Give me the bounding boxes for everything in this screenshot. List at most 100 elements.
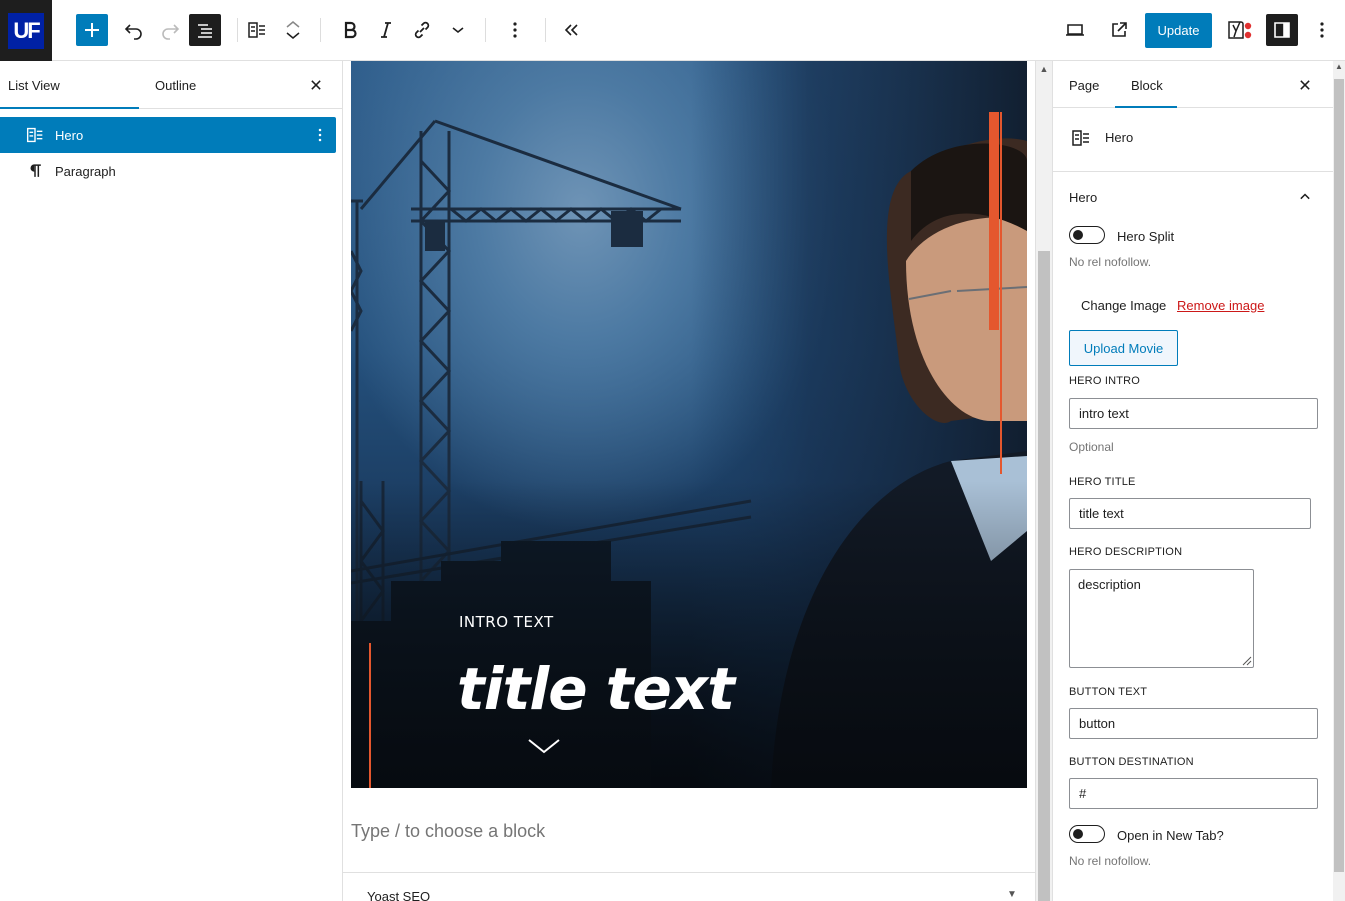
button-destination-label: BUTTON DESTINATION [1069, 756, 1194, 768]
toolbar-divider [320, 18, 321, 42]
open-new-tab-toggle[interactable] [1069, 825, 1105, 843]
sidebar-scrollbar[interactable]: ▲ [1333, 61, 1345, 901]
toolbar-divider [545, 18, 546, 42]
tab-list-view[interactable]: List View [0, 61, 139, 109]
preview-button[interactable] [1059, 14, 1091, 46]
editor-canvas: INTRO TEXT title text Type / to choose a… [343, 61, 1035, 901]
yoast-seo-metabox[interactable]: Yoast SEO ▼ [343, 872, 1035, 901]
scrollbar-thumb[interactable] [1334, 79, 1344, 872]
bold-button[interactable] [334, 14, 366, 46]
panel-section-title[interactable]: Hero [1069, 190, 1097, 205]
yoast-icon [1228, 21, 1252, 39]
tab-block[interactable]: Block [1115, 61, 1177, 108]
site-logo-button[interactable]: UF [0, 0, 52, 61]
scroll-down-chevron-icon [528, 739, 560, 754]
list-view-icon [198, 24, 212, 38]
close-icon [1300, 80, 1310, 90]
vertical-ellipsis-icon [1320, 22, 1324, 38]
hero-description-label: HERO DESCRIPTION [1069, 546, 1183, 558]
redo-button[interactable] [154, 14, 186, 46]
link-icon [414, 21, 430, 39]
hero-block[interactable]: INTRO TEXT title text [351, 61, 1027, 788]
yoast-seo-title: Yoast SEO [367, 889, 431, 901]
scroll-up-arrow-icon[interactable]: ▲ [1039, 64, 1049, 74]
tab-outline[interactable]: Outline [155, 61, 196, 109]
hero-block-icon [24, 124, 46, 146]
toolbar-divider [485, 18, 486, 42]
list-view-toggle-button[interactable] [189, 14, 221, 46]
close-icon [311, 80, 321, 90]
list-view-tabs: List View Outline [0, 61, 342, 109]
collapse-toolbar-button[interactable] [555, 14, 587, 46]
add-block-button[interactable] [76, 14, 108, 46]
link-button[interactable] [406, 14, 438, 46]
scroll-up-arrow-icon[interactable]: ▲ [1334, 62, 1344, 72]
settings-sidebar-toggle[interactable] [1266, 14, 1298, 46]
italic-button[interactable] [370, 14, 402, 46]
hero-accent-bar [989, 112, 999, 330]
tab-page[interactable]: Page [1069, 61, 1099, 108]
toolbar-divider [237, 18, 238, 42]
open-new-tab-help: No rel nofollow. [1069, 854, 1152, 868]
list-view-item-options-button[interactable] [308, 123, 332, 147]
hero-intro-text: INTRO TEXT [459, 613, 554, 631]
vertical-ellipsis-icon [318, 128, 322, 142]
hero-block-icon [1072, 130, 1089, 146]
view-page-button[interactable] [1103, 14, 1135, 46]
upload-movie-button[interactable]: Upload Movie [1069, 330, 1178, 366]
hero-intro-label: HERO INTRO [1069, 375, 1141, 387]
resize-handle-icon[interactable] [1240, 654, 1252, 666]
external-link-icon [1112, 22, 1127, 37]
hero-accent-line [1000, 112, 1002, 474]
list-view-item-label: Hero [55, 127, 84, 143]
undo-icon [124, 24, 142, 40]
options-menu-button[interactable] [1306, 14, 1338, 46]
close-sidebar-button[interactable] [1293, 73, 1317, 97]
remove-image-link[interactable]: Remove image [1177, 298, 1264, 313]
redo-icon [162, 24, 180, 40]
block-appender-placeholder[interactable]: Type / to choose a block [351, 821, 545, 842]
chevron-up-icon [1300, 193, 1310, 200]
double-chevron-left-icon [564, 24, 578, 36]
sidebar-icon [1274, 22, 1290, 38]
list-view-item-hero[interactable]: Hero [0, 117, 336, 153]
hero-title-label: HERO TITLE [1069, 476, 1136, 488]
hero-title-accent-line [369, 643, 371, 788]
scrollbar-thumb[interactable] [1038, 251, 1050, 901]
change-image-label[interactable]: Change Image [1081, 298, 1166, 313]
chevron-up-icon [286, 21, 300, 28]
hero-description-value: description [1078, 577, 1141, 592]
sidebar-tabs: Page Block [1053, 61, 1333, 108]
button-text-label: BUTTON TEXT [1069, 686, 1148, 698]
hero-intro-input[interactable]: intro text [1069, 398, 1318, 429]
hero-title-input[interactable]: title text [1069, 498, 1311, 529]
close-list-view-button[interactable] [304, 73, 328, 97]
block-type-button[interactable] [241, 14, 273, 46]
list-view-panel: List View Outline Hero Paragraph [0, 61, 343, 901]
block-card: Hero [1053, 108, 1334, 172]
italic-icon [381, 22, 391, 38]
vertical-ellipsis-icon [513, 22, 517, 38]
block-card-title: Hero [1105, 130, 1134, 145]
block-mover[interactable] [277, 14, 309, 46]
uf-logo: UF [8, 12, 44, 49]
yoast-seo-button[interactable] [1224, 14, 1256, 46]
caret-down-icon[interactable]: ▼ [1007, 889, 1017, 900]
hero-description-textarea[interactable]: description [1069, 569, 1254, 668]
chevron-down-icon [286, 32, 300, 39]
editor-toolbar: UF Update [0, 0, 1345, 61]
button-destination-input[interactable]: # [1069, 778, 1318, 809]
undo-button[interactable] [118, 14, 150, 46]
more-formatting-button[interactable] [442, 14, 474, 46]
chevron-down-icon [452, 27, 464, 34]
button-text-input[interactable]: button [1069, 708, 1318, 739]
settings-sidebar: Page Block Hero Hero Hero Split No rel n… [1052, 61, 1334, 901]
paragraph-icon [24, 160, 46, 182]
canvas-scrollbar[interactable]: ▲ [1035, 61, 1052, 901]
list-view-item-paragraph[interactable]: Paragraph [0, 153, 336, 189]
hero-split-toggle[interactable] [1069, 226, 1105, 244]
hero-split-help: No rel nofollow. [1069, 255, 1152, 269]
block-options-button[interactable] [499, 14, 531, 46]
collapse-panel-button[interactable] [1293, 185, 1317, 209]
update-button[interactable]: Update [1145, 13, 1212, 48]
